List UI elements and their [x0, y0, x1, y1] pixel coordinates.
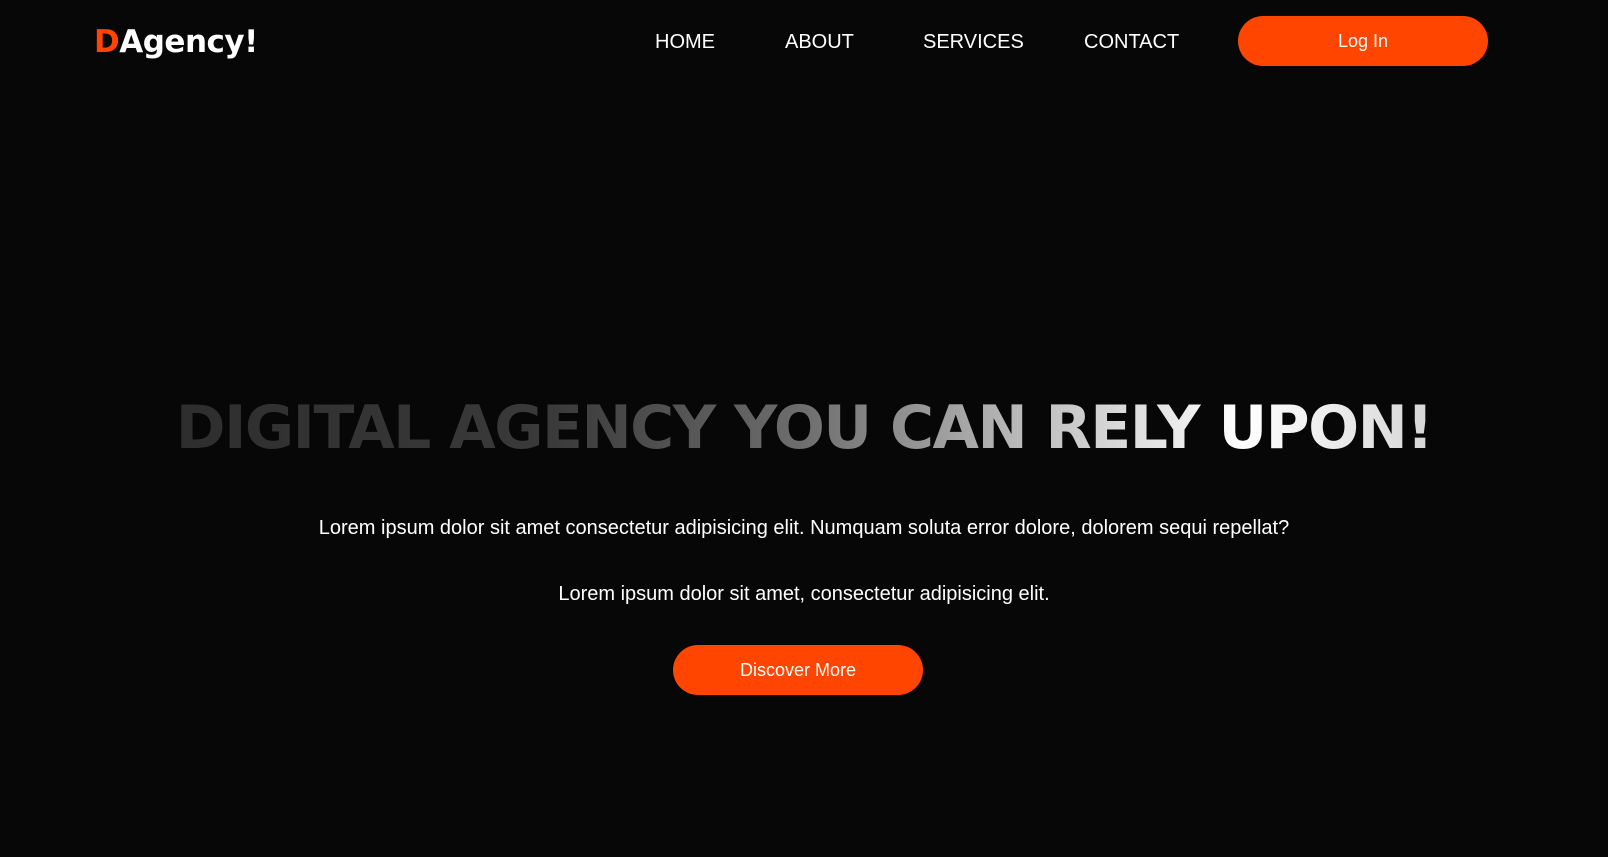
login-button[interactable]: Log In — [1238, 16, 1488, 66]
logo-text: Agency! — [119, 24, 258, 60]
nav-item-about[interactable]: ABOUT — [785, 28, 854, 56]
logo[interactable]: DAgency! — [94, 22, 258, 62]
site-header: DAgency! HOME ABOUT SERVICES CONTACT Log… — [0, 0, 1608, 82]
nav-item-services[interactable]: SERVICES — [923, 28, 1024, 56]
hero-title-text: DIGITAL AGENCY YOU CAN RELY UPON! — [175, 393, 1434, 463]
hero-subtitle-2: Lorem ipsum dolor sit amet, consectetur … — [558, 583, 1050, 605]
page: DAgency! HOME ABOUT SERVICES CONTACT Log… — [0, 0, 1608, 857]
logo-accent-letter: D — [94, 24, 120, 60]
hero-title: DIGITAL AGENCY YOU CAN RELY UPON! — [0, 392, 1608, 464]
nav-item-contact[interactable]: CONTACT — [1084, 28, 1179, 56]
nav-item-home[interactable]: HOME — [655, 28, 715, 56]
discover-more-button[interactable]: Discover More — [673, 645, 923, 695]
hero-subtitle-1: Lorem ipsum dolor sit amet consectetur a… — [318, 517, 1290, 539]
